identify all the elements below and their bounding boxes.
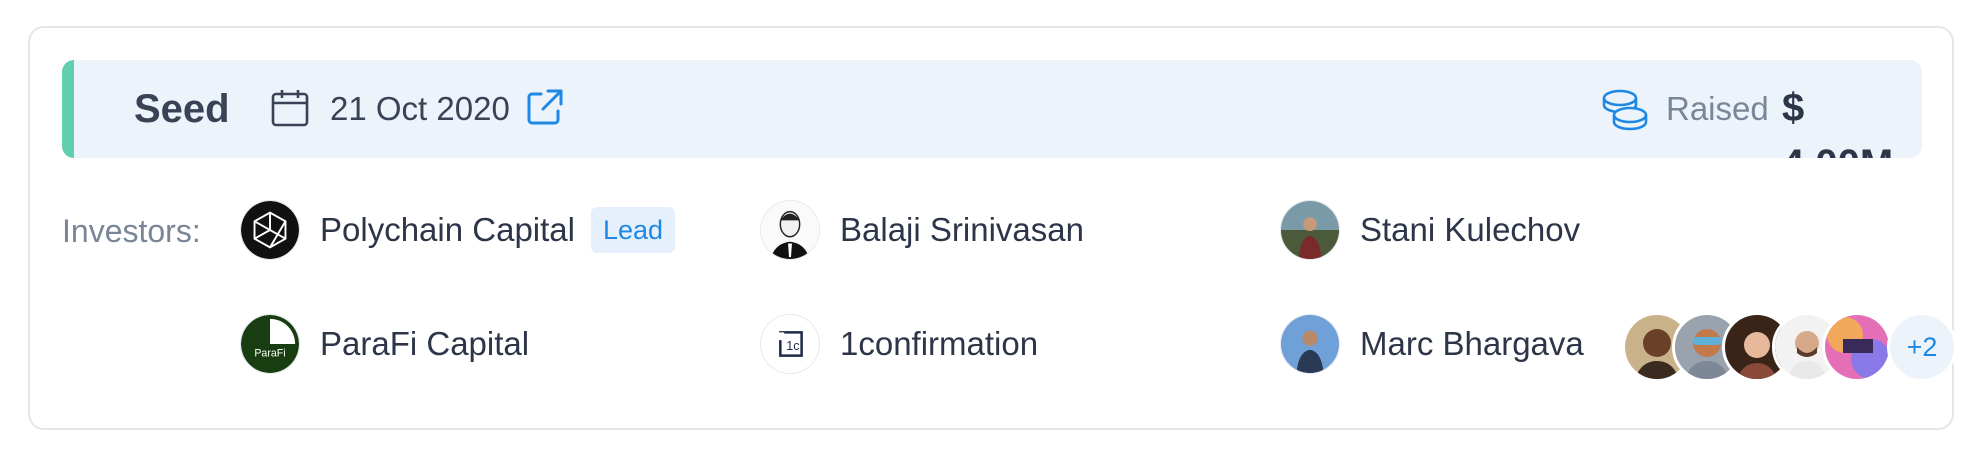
- investor-parafi-capital[interactable]: ParaFi ParaFi Capital: [240, 312, 529, 376]
- 1confirmation-logo-icon: 1c: [760, 314, 820, 374]
- raised-amount: $ 4.00M: [1782, 86, 1893, 158]
- more-investors-count[interactable]: +2: [1887, 312, 1957, 382]
- calendar-icon: [271, 90, 309, 127]
- person-avatar-icon: [1280, 314, 1340, 374]
- investor-name: ParaFi Capital: [320, 325, 530, 362]
- person-avatar-icon[interactable]: [1822, 312, 1892, 382]
- coins-icon: [1602, 89, 1648, 131]
- investor-name: Polychain Capital: [320, 211, 575, 248]
- 1confirmation-logo-text: 1c: [786, 339, 799, 353]
- lead-badge: Lead: [590, 207, 676, 253]
- investor-polychain-capital[interactable]: Polychain Capital Lead: [240, 198, 676, 262]
- person-avatar-icon: [760, 200, 820, 260]
- funding-round-card: Seed 21 Oct 2020 Raised $ 4.00M Investor…: [28, 26, 1957, 430]
- investor-marc-bhargava[interactable]: Marc Bhargava: [1280, 312, 1584, 376]
- investor-stani-kulechov[interactable]: Stani Kulechov: [1280, 198, 1580, 262]
- raised-label: Raised: [1666, 90, 1769, 127]
- round-date: 21 Oct 2020: [330, 90, 510, 127]
- external-link-icon[interactable]: [526, 88, 564, 126]
- investors-label: Investors:: [62, 213, 201, 249]
- investor-balaji-srinivasan[interactable]: Balaji Srinivasan: [760, 198, 1084, 262]
- round-stage: Seed: [134, 87, 230, 131]
- investor-name: 1confirmation: [840, 325, 1039, 362]
- polychain-logo-icon: [240, 200, 300, 260]
- parafi-logo-text: ParaFi: [254, 348, 285, 360]
- person-avatar-icon: [1280, 200, 1340, 260]
- more-investors-avatar-stack[interactable]: +2: [1622, 312, 1957, 382]
- investor-name: Marc Bhargava: [1360, 325, 1584, 362]
- investor-name: Stani Kulechov: [1360, 211, 1581, 248]
- round-header: Seed 21 Oct 2020 Raised $ 4.00M: [62, 60, 1922, 158]
- investor-1confirmation[interactable]: 1c 1confirmation: [760, 312, 1038, 376]
- parafi-logo-icon: ParaFi: [240, 314, 300, 374]
- stage-accent-bar: [62, 60, 74, 158]
- investor-name: Balaji Srinivasan: [840, 211, 1084, 248]
